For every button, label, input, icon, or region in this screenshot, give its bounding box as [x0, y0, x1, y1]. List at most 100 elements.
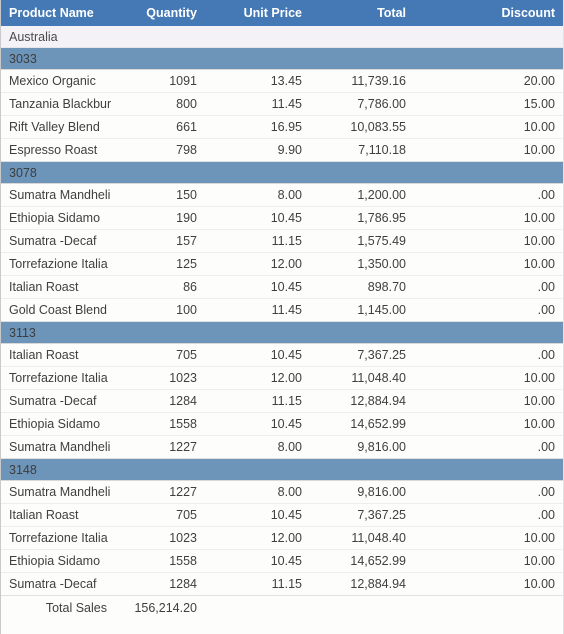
cell-product_name: Italian Roast [1, 275, 113, 299]
table-row[interactable]: Sumatra Mandheli 150 8.00 1,200.00.00 [1, 183, 563, 207]
cell-product_name: Ethiopia Sidamo [1, 412, 113, 436]
cell-product_name: Tanzania Blackbur [1, 92, 113, 116]
table-header-row: Product Name Quantity Unit Price Total D… [1, 0, 563, 26]
cell-discount: 10.00 [414, 389, 563, 413]
cell-quantity: 150 [113, 183, 205, 207]
total-spacer-total [310, 595, 414, 620]
cell-total: 12,884.94 [310, 572, 414, 596]
column-header-total[interactable]: Total [310, 0, 414, 26]
cell-product_name: Sumatra Mandheli [1, 183, 113, 207]
cell-total: 14,652.99 [310, 549, 414, 573]
cell-unit_price: 11.15 [205, 572, 310, 596]
group-header-label: 3148 [1, 458, 563, 481]
cell-unit_price: 10.45 [205, 412, 310, 436]
cell-discount: 15.00 [414, 92, 563, 116]
sales-report-table: Product Name Quantity Unit Price Total D… [1, 0, 563, 620]
cell-unit_price: 10.45 [205, 275, 310, 299]
cell-quantity: 798 [113, 138, 205, 162]
cell-discount: 10.00 [414, 229, 563, 253]
column-header-quantity[interactable]: Quantity [113, 0, 205, 26]
cell-product_name: Rift Valley Blend [1, 115, 113, 139]
table-bottom-filler [1, 620, 563, 634]
table-row[interactable]: Sumatra -Decaf 157 11.15 1,575.49 10.00 [1, 229, 563, 253]
country-group-row[interactable]: Australia [1, 26, 563, 48]
cell-total: 11,739.16 [310, 69, 414, 93]
total-spacer-discount [414, 595, 563, 620]
cell-quantity: 705 [113, 503, 205, 527]
cell-unit_price: 10.45 [205, 206, 310, 230]
cell-unit_price: 10.45 [205, 343, 310, 367]
cell-discount: 10.00 [414, 252, 563, 276]
cell-unit_price: 8.00 [205, 435, 310, 459]
table-row[interactable]: Italian Roast 705 10.45 7,367.25.00 [1, 343, 563, 367]
table-row[interactable]: Torrefazione Italia 125 12.00 1,350.00 10.00 [1, 252, 563, 276]
table-row[interactable]: Espresso Roast 798 9.90 7,110.18 10.00 [1, 138, 563, 162]
cell-product_name: Torrefazione Italia [1, 366, 113, 390]
cell-quantity: 125 [113, 252, 205, 276]
cell-quantity: 1227 [113, 435, 205, 459]
cell-unit_price: 10.45 [205, 503, 310, 527]
table-row[interactable]: Sumatra -Decaf 1284 11.15 12,884.94 10.00 [1, 389, 563, 413]
table-row[interactable]: Sumatra -Decaf 1284 11.15 12,884.94 10.00 [1, 572, 563, 596]
table-row[interactable]: Ethiopia Sidamo 190 10.45 1,786.95 10.00 [1, 206, 563, 230]
table-row[interactable]: Sumatra Mandheli 1227 8.00 9,816.00.00 [1, 480, 563, 504]
cell-unit_price: 12.00 [205, 366, 310, 390]
cell-quantity: 1558 [113, 549, 205, 573]
table-row[interactable]: Italian Roast 705 10.45 7,367.25.00 [1, 503, 563, 527]
cell-product_name: Sumatra -Decaf [1, 572, 113, 596]
group-header-row[interactable]: 3078 [1, 161, 563, 184]
total-sales-row: Total Sales 156,214.20 [1, 595, 563, 620]
cell-total: 1,145.00 [310, 298, 414, 322]
group-header-row[interactable]: 3033 [1, 47, 563, 70]
cell-unit_price: 10.45 [205, 549, 310, 573]
cell-quantity: 100 [113, 298, 205, 322]
table-row[interactable]: Gold Coast Blend 100 11.45 1,145.00.00 [1, 298, 563, 322]
cell-total: 7,110.18 [310, 138, 414, 162]
table-row[interactable]: Ethiopia Sidamo 1558 10.45 14,652.99 10.00 [1, 549, 563, 573]
cell-total: 11,048.40 [310, 526, 414, 550]
cell-total: 7,786.00 [310, 92, 414, 116]
column-header-unit-price[interactable]: Unit Price [205, 0, 310, 26]
cell-discount: 10.00 [414, 366, 563, 390]
cell-total: 14,652.99 [310, 412, 414, 436]
table-row[interactable]: Ethiopia Sidamo 1558 10.45 14,652.99 10.00 [1, 412, 563, 436]
table-row[interactable]: Sumatra Mandheli 1227 8.00 9,816.00.00 [1, 435, 563, 459]
cell-discount: 10.00 [414, 526, 563, 550]
table-row[interactable]: Mexico Organic 1091 13.45 11,739.16 20.00 [1, 69, 563, 93]
cell-discount: .00 [414, 435, 563, 459]
table-row[interactable]: Torrefazione Italia 1023 12.00 11,048.40 10.… [1, 366, 563, 390]
cell-quantity: 1023 [113, 366, 205, 390]
cell-product_name: Ethiopia Sidamo [1, 549, 113, 573]
table-header: Product Name Quantity Unit Price Total D… [1, 0, 563, 26]
cell-total: 898.70 [310, 275, 414, 299]
cell-quantity: 190 [113, 206, 205, 230]
group-header-label: 3113 [1, 321, 563, 344]
group-header-row[interactable]: 3113 [1, 321, 563, 344]
table-row[interactable]: Torrefazione Italia 1023 12.00 11,048.40 10.… [1, 526, 563, 550]
cell-unit_price: 16.95 [205, 115, 310, 139]
cell-total: 9,816.00 [310, 480, 414, 504]
cell-quantity: 1023 [113, 526, 205, 550]
cell-unit_price: 8.00 [205, 183, 310, 207]
table-row[interactable]: Tanzania Blackbur 800 11.45 7,786.00 15.00 [1, 92, 563, 116]
cell-product_name: Mexico Organic [1, 69, 113, 93]
cell-unit_price: 13.45 [205, 69, 310, 93]
table-row[interactable]: Rift Valley Blend 661 16.95 10,083.55 10.00 [1, 115, 563, 139]
cell-unit_price: 11.15 [205, 229, 310, 253]
cell-total: 1,200.00 [310, 183, 414, 207]
cell-discount: 10.00 [414, 412, 563, 436]
cell-quantity: 86 [113, 275, 205, 299]
group-header-row[interactable]: 3148 [1, 458, 563, 481]
cell-total: 1,350.00 [310, 252, 414, 276]
column-header-product-name[interactable]: Product Name [1, 0, 113, 26]
cell-unit_price: 12.00 [205, 252, 310, 276]
cell-product_name: Italian Roast [1, 343, 113, 367]
cell-unit_price: 9.90 [205, 138, 310, 162]
group-header-label: 3078 [1, 161, 563, 184]
cell-total: 1,575.49 [310, 229, 414, 253]
table-row[interactable]: Italian Roast 86 10.45 898.70.00 [1, 275, 563, 299]
cell-product_name: Sumatra Mandheli [1, 435, 113, 459]
column-header-discount[interactable]: Discount [414, 0, 563, 26]
cell-product_name: Espresso Roast [1, 138, 113, 162]
cell-product_name: Gold Coast Blend [1, 298, 113, 322]
